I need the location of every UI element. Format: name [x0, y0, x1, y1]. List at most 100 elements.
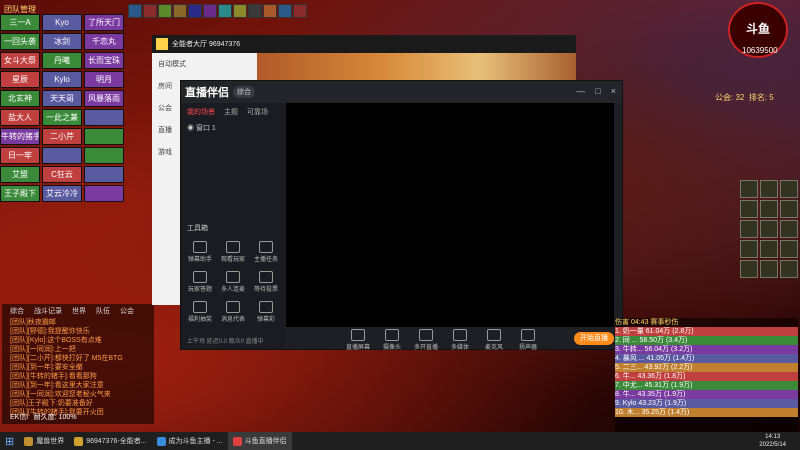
ability-icon[interactable] — [740, 240, 758, 258]
window-control-button[interactable]: — — [576, 86, 585, 96]
tool-button[interactable]: 弹幕助手 — [183, 241, 217, 263]
score-label: 公会: — [715, 93, 734, 102]
scene-tabs: 我的场景 主题 可靠场 — [181, 103, 285, 121]
tool-icon — [521, 329, 535, 341]
ability-icon[interactable] — [760, 200, 778, 218]
ability-icon[interactable] — [740, 220, 758, 238]
taskbar-item[interactable]: 成为斗鱼主播 - ... — [152, 432, 228, 450]
ability-icon[interactable] — [740, 260, 758, 278]
chat-tab[interactable]: 综合 — [10, 306, 24, 316]
raid-member[interactable]: 艾盟 — [0, 166, 40, 183]
tool-label: 弹幕助手 — [187, 257, 212, 263]
window-control-button[interactable]: □ — [595, 86, 600, 96]
raid-member[interactable]: Kylo — [42, 71, 82, 88]
raid-member[interactable]: 天天哥 — [42, 90, 82, 107]
eye-icon[interactable]: ◉ — [187, 125, 194, 132]
raid-member[interactable]: C狂云 — [42, 166, 82, 183]
raid-member[interactable]: 冰剑 — [42, 33, 82, 50]
ability-icon[interactable] — [760, 240, 778, 258]
raid-member[interactable]: 盐大人 — [0, 109, 40, 126]
tool-icon — [226, 241, 240, 253]
chat-line: [团队][二小芹]:都快打好了 M5在BTG — [10, 355, 123, 362]
start-button[interactable]: ⊞ — [0, 432, 19, 450]
raid-member[interactable]: 千恋丸 — [84, 33, 124, 50]
scene-tab[interactable]: 主题 — [224, 107, 238, 117]
bottom-tool-button[interactable]: 多媒体 — [443, 329, 477, 351]
status-text: 上午场 延迟0.0 观众0 直播中 — [187, 339, 264, 345]
tool-label: 福利抽奖 — [187, 317, 212, 323]
raid-member[interactable] — [84, 185, 124, 202]
ability-icon[interactable] — [780, 200, 798, 218]
raid-member[interactable]: 明月 — [84, 71, 124, 88]
chat-tab[interactable]: 世界 — [72, 306, 86, 316]
tool-button[interactable]: 等待投票 — [249, 271, 283, 293]
raid-member[interactable] — [84, 147, 124, 164]
scene-item[interactable]: ◉ 窗口 1 — [181, 121, 285, 135]
tool-button[interactable]: 玩家答题 — [183, 271, 217, 293]
raid-member[interactable] — [42, 147, 82, 164]
raid-member[interactable]: 丹曦 — [42, 52, 82, 69]
scene-tab[interactable]: 我的场景 — [187, 107, 215, 117]
start-live-button[interactable]: 开始直播 — [574, 332, 614, 345]
bottom-tool-button[interactable]: 多开直播 — [409, 329, 443, 351]
ability-icon[interactable] — [740, 180, 758, 198]
bottom-tool-button[interactable]: 麦克风 — [477, 329, 511, 351]
raid-member[interactable] — [84, 166, 124, 183]
raid-member[interactable]: 三一A — [0, 14, 40, 31]
windows-icon: ⊞ — [5, 435, 15, 448]
tool-icon — [419, 329, 433, 341]
chat-tab[interactable]: 公会 — [120, 306, 134, 316]
taskbar-item[interactable]: 96947376-全能者... — [69, 432, 151, 450]
ability-icon[interactable] — [760, 180, 778, 198]
tool-button[interactable]: 主播任务 — [249, 241, 283, 263]
raid-member[interactable]: 长而宝珠 — [84, 52, 124, 69]
raid-member[interactable]: 风暴落雨 — [84, 90, 124, 107]
raid-member[interactable]: 女斗大祭 — [0, 52, 40, 69]
clock[interactable]: 14:13 2022/5/14 — [759, 433, 786, 449]
ability-icon[interactable] — [780, 240, 798, 258]
side-label[interactable]: 自动模式 — [158, 59, 251, 69]
raid-member[interactable]: 北玄神 — [0, 90, 40, 107]
tool-button[interactable]: 消息代表 — [216, 301, 250, 323]
taskbar-item[interactable]: 斗鱼直播伴侣 — [227, 432, 292, 450]
taskbar-label: 96947376-全能者... — [86, 438, 147, 445]
ability-icon[interactable] — [760, 220, 778, 238]
chat-tab[interactable]: 战斗记录 — [34, 306, 62, 316]
raid-member[interactable]: 艾云冷冷 — [42, 185, 82, 202]
raid-member[interactable] — [84, 128, 124, 145]
tool-button[interactable]: 多人连麦 — [216, 271, 250, 293]
chat-input[interactable]: EK信l 耐久度: 100% — [10, 412, 77, 422]
raid-member[interactable] — [84, 109, 124, 126]
bottom-tool-button[interactable]: 扬声器 — [511, 329, 545, 351]
ability-icon[interactable] — [780, 220, 798, 238]
taskbar-item[interactable]: 魔兽世界 — [19, 432, 69, 450]
raid-member[interactable]: Kyo — [42, 14, 82, 31]
raid-member[interactable]: 星辰 — [0, 71, 40, 88]
ability-icon[interactable] — [760, 260, 778, 278]
bottom-tool-button[interactable]: 直播屏幕 — [341, 329, 375, 351]
damage-meter: 伤害 04:43 赛事秒伤 1. 奶一量 61.04万 (2.8万) 2. 同 .… — [615, 318, 798, 433]
raid-member[interactable]: 了所天门 — [84, 14, 124, 31]
chat-line: [团队][一同润]:欢迎您老秘火气来 — [10, 391, 111, 398]
app-badge[interactable]: 综合 — [233, 86, 255, 98]
raid-member[interactable]: 牛转的猪手 — [0, 128, 40, 145]
score-value: 32 — [735, 93, 745, 102]
tool-button[interactable]: 观看玩家 — [216, 241, 250, 263]
raid-member[interactable]: 二小芹 — [42, 128, 82, 145]
app-icon — [232, 436, 242, 446]
window-control-button[interactable]: × — [611, 86, 616, 96]
tool-button[interactable]: 福利抽奖 — [183, 301, 217, 323]
ability-icon[interactable] — [740, 200, 758, 218]
bottom-tool-button[interactable]: 摄像头 — [375, 329, 409, 351]
raid-member[interactable]: 王子殿下 — [0, 185, 40, 202]
ability-icon[interactable] — [780, 180, 798, 198]
home-icon[interactable] — [156, 38, 168, 50]
tool-button[interactable]: 弹幕彩 — [249, 301, 283, 323]
raid-member[interactable]: 一此之兼 — [42, 109, 82, 126]
chat-tab[interactable]: 队伍 — [96, 306, 110, 316]
score-row: 公会: 32 排名: 5 — [715, 92, 774, 103]
raid-member[interactable]: 日一牢 — [0, 147, 40, 164]
scene-tab[interactable]: 可靠场 — [247, 107, 268, 117]
ability-icon[interactable] — [780, 260, 798, 278]
raid-member[interactable]: 一回头袭 — [0, 33, 40, 50]
